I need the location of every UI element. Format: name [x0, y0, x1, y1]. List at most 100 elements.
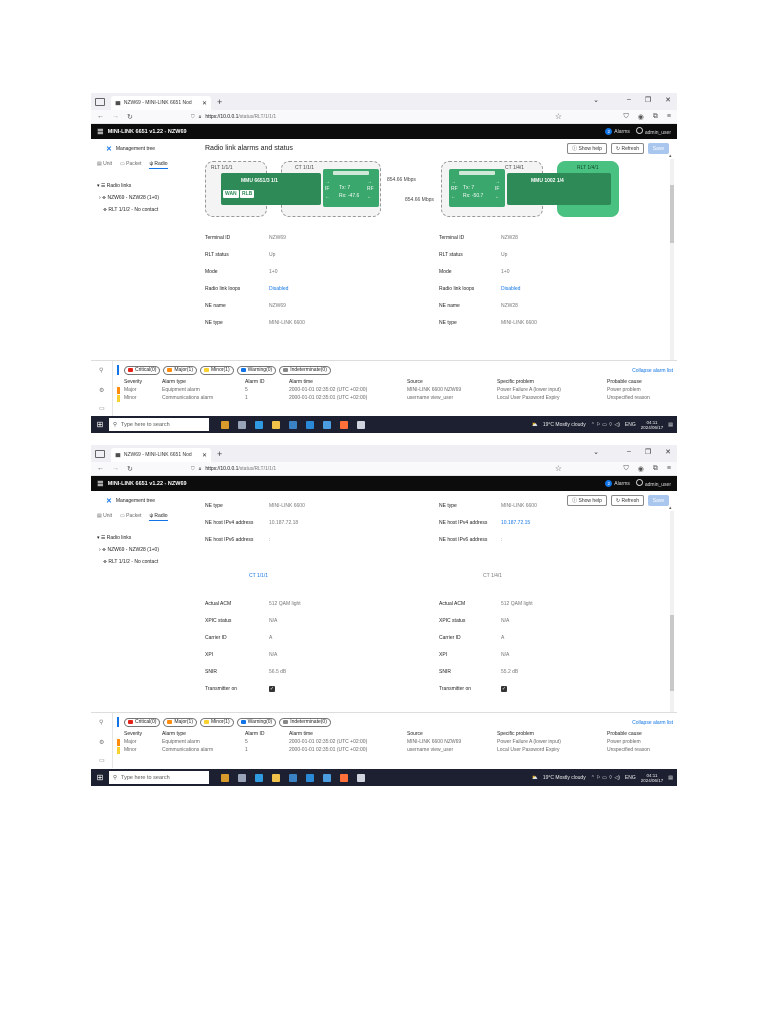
refresh-button[interactable]: ↻ Refresh [610, 143, 644, 154]
bookmark-star-icon[interactable]: ☆ [555, 464, 562, 473]
maximize-icon[interactable]: ❐ [645, 96, 651, 104]
tab-overview-icon[interactable] [95, 97, 105, 106]
weather-icon[interactable]: ⛅ [532, 775, 538, 781]
teams-app-icon[interactable] [323, 420, 331, 429]
clock[interactable]: 04:11 2024/06/17 [641, 773, 664, 783]
pocket-icon[interactable]: ⛉ [624, 465, 629, 473]
column-header[interactable]: Probable cause [607, 379, 642, 385]
account-icon[interactable]: ◉ [638, 465, 644, 473]
collapse-alarm-list-link[interactable]: Collapse alarm list [632, 368, 673, 374]
alarms-link[interactable]: 2 Alarms [605, 480, 630, 487]
back-icon[interactable]: ← [97, 113, 104, 120]
tab-list-chevron-icon[interactable]: ⌄ [593, 448, 599, 456]
tab-unit[interactable]: ▤ Unit [97, 161, 112, 169]
settings-app-icon[interactable] [357, 773, 365, 782]
weather-icon[interactable]: ⛅ [532, 422, 538, 428]
tab-close-icon[interactable]: ✕ [202, 452, 207, 459]
column-header[interactable]: Severity [124, 731, 142, 737]
management-tree-toggle[interactable]: ✕ Management tree [106, 145, 192, 153]
briefcase-app-icon[interactable] [221, 773, 229, 782]
severity-filter-chip[interactable]: Major(1) [163, 365, 198, 375]
alarms-link[interactable]: 2 Alarms [605, 128, 630, 135]
taskbar-search[interactable]: ⚲ Type here to search [109, 418, 209, 431]
filter-icon[interactable]: ⚲ [99, 719, 103, 726]
back-icon[interactable]: ← [97, 465, 104, 472]
severity-filter-chip[interactable]: Critical(0) [124, 717, 161, 727]
extensions-icon[interactable]: ⧉ [653, 113, 658, 121]
firefox-app-icon[interactable] [340, 420, 348, 429]
settings-app-icon[interactable] [357, 420, 365, 429]
collapse-alarm-list-link[interactable]: Collapse alarm list [632, 720, 673, 726]
store-app-icon[interactable] [289, 420, 297, 429]
edge-app-icon[interactable] [255, 773, 263, 782]
status-value[interactable]: Disabled [501, 286, 520, 292]
severity-filter-chip[interactable]: Major(1) [163, 717, 198, 727]
column-header[interactable]: Alarm ID [245, 379, 264, 385]
teams-app-icon[interactable] [323, 773, 331, 782]
windows-start-icon[interactable]: ⊞ [91, 420, 109, 429]
windows-start-icon[interactable]: ⊞ [91, 773, 109, 782]
new-tab-icon[interactable]: + [217, 97, 222, 107]
management-tree-toggle[interactable]: ✕ Management tree [106, 497, 192, 505]
scroll-thumb[interactable] [670, 615, 674, 691]
scroll-up-icon[interactable]: ▴ [669, 153, 672, 159]
browser-tab[interactable]: ≣ NZW69 - MINI-LINK 6651 Nod ✕ [111, 448, 211, 462]
alarm-row[interactable]: Major Equipment alarm 5 2000-01-01 02:35:02… [117, 739, 673, 747]
column-header[interactable]: Severity [124, 379, 142, 385]
settings-icon[interactable]: ⚙ [99, 739, 104, 746]
reload-icon[interactable]: ↻ [127, 465, 133, 473]
language-indicator[interactable]: ENG [625, 422, 636, 428]
mail-app-icon[interactable] [306, 773, 314, 782]
store-app-icon[interactable] [289, 773, 297, 782]
task-view-icon[interactable] [238, 773, 246, 782]
vertical-scrollbar[interactable]: ▴ ▾ [669, 153, 674, 379]
ct-left-link[interactable]: CT 1/1/1 [249, 573, 268, 579]
severity-filter-chip[interactable]: Indeterminate(0) [279, 717, 331, 727]
vertical-scrollbar[interactable]: ▴ ▾ [669, 505, 674, 731]
tree-radio-links[interactable]: ▾ ☰ Radio links [97, 535, 192, 541]
explorer-app-icon[interactable] [272, 420, 280, 429]
forward-icon[interactable]: → [112, 113, 119, 120]
transmitter-checkbox[interactable]: ✓ [501, 686, 507, 692]
tray-icons[interactable]: ⌃ ⚐ ▭ ⌔ ◁) [591, 775, 620, 781]
explorer-app-icon[interactable] [272, 773, 280, 782]
language-indicator[interactable]: ENG [625, 775, 636, 781]
settings-icon[interactable]: ⚙ [99, 387, 104, 394]
extensions-icon[interactable]: ⧉ [653, 465, 658, 473]
taskbar-search[interactable]: ⚲ Type here to search [109, 771, 209, 784]
new-tab-icon[interactable]: + [217, 449, 222, 459]
severity-filter-chip[interactable]: Indeterminate(0) [279, 365, 331, 375]
menu-icon[interactable]: ≡ [667, 465, 671, 473]
column-header[interactable]: Source [407, 731, 423, 737]
show-help-button[interactable]: ⓘ Show help [567, 143, 607, 154]
severity-filter-chip[interactable]: Minor(1) [200, 717, 234, 727]
column-header[interactable]: Alarm time [289, 379, 313, 385]
edge-app-icon[interactable] [255, 420, 263, 429]
mail-app-icon[interactable] [306, 420, 314, 429]
column-header[interactable]: Alarm type [162, 379, 186, 385]
browser-tab[interactable]: ≣ NZW69 - MINI-LINK 6651 Nod ✕ [111, 96, 211, 110]
scroll-thumb[interactable] [670, 185, 674, 243]
notifications-icon[interactable]: ▤ [668, 775, 673, 781]
user-menu[interactable]: admin_user [635, 127, 671, 136]
severity-filter-chip[interactable]: Warning(0) [236, 717, 277, 727]
tree-rlt-112[interactable]: ⌯ RLT 1/1/2 - No contact [103, 207, 192, 213]
clock[interactable]: 04:11 2024/06/17 [641, 420, 664, 430]
alarm-row[interactable]: Major Equipment alarm 5 2000-01-01 02:35:02… [117, 387, 673, 395]
weather-text[interactable]: 19°C Mostly cloudy [543, 422, 586, 428]
tab-radio[interactable]: ψ Radio [149, 161, 168, 169]
weather-text[interactable]: 19°C Mostly cloudy [543, 775, 586, 781]
notifications-icon[interactable]: ▤ [668, 422, 673, 428]
tray-icons[interactable]: ⌃ ⚐ ▭ ⌔ ◁) [591, 422, 620, 428]
alarm-row[interactable]: Minor Communications alarm 1 2000-01-01 02:… [117, 395, 673, 403]
column-header[interactable]: Probable cause [607, 731, 642, 737]
wan-port[interactable]: WAN [223, 190, 239, 198]
task-view-icon[interactable] [238, 420, 246, 429]
window-close-icon[interactable]: ✕ [665, 96, 671, 104]
column-header[interactable]: Alarm type [162, 731, 186, 737]
tree-rlt-112[interactable]: ⌯ RLT 1/1/2 - No contact [103, 559, 192, 565]
forward-icon[interactable]: → [112, 465, 119, 472]
bookmark-star-icon[interactable]: ☆ [555, 112, 562, 121]
tree-radio-links[interactable]: ▾ ☰ Radio links [97, 183, 192, 189]
filter-icon[interactable]: ⚲ [99, 367, 103, 374]
